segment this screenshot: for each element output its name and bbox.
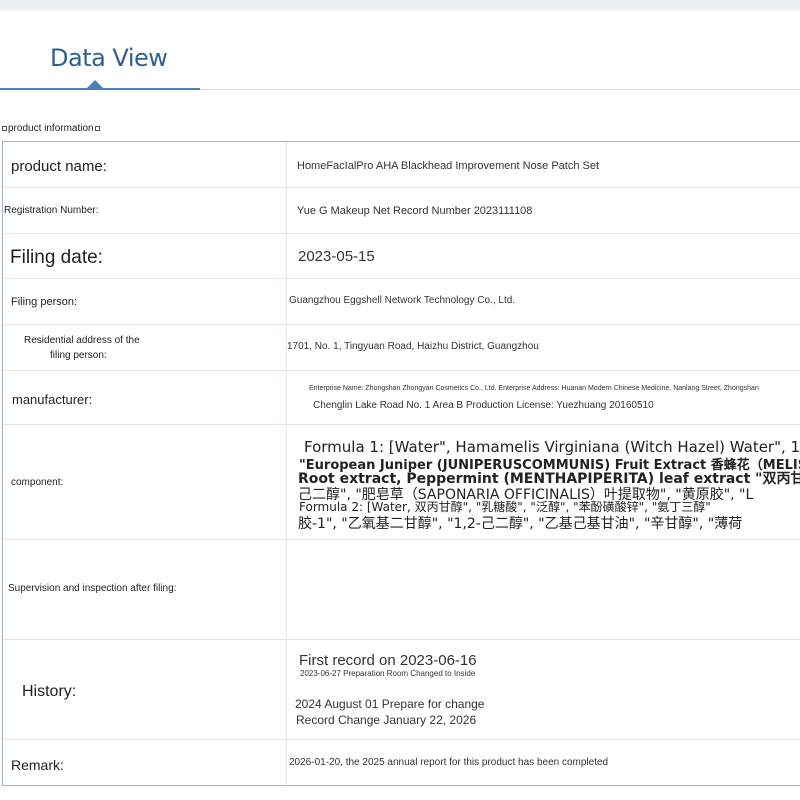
history-entry: First record on 2023-06-16 <box>299 652 477 669</box>
filing-date-value: 2023-05-15 <box>298 248 375 265</box>
label-cell: Filing date: <box>3 234 287 278</box>
product-name-label: product name: <box>11 158 107 175</box>
label-cell: manufacturer: <box>3 371 287 424</box>
row-product-name: product name: HomeFacIalPro AHA Blackhea… <box>3 142 800 188</box>
row-history: History: First record on 2023-06-16 2023… <box>3 640 800 740</box>
top-bar <box>0 0 800 10</box>
value-cell <box>287 540 800 639</box>
row-filing-date: Filing date: 2023-05-15 <box>3 234 800 279</box>
product-info-table: product name: HomeFacIalPro AHA Blackhea… <box>2 141 800 787</box>
label-cell: Supervision and inspection after filing: <box>3 540 287 639</box>
label-cell: Residential address of the filing person… <box>3 325 287 370</box>
filing-person-label: Filing person: <box>11 296 78 308</box>
bracket-left-icon <box>2 126 7 131</box>
value-cell: First record on 2023-06-16 2023-06-27 Pr… <box>287 640 800 739</box>
tab-bar: Data View <box>0 10 800 90</box>
address-value: 1701, No. 1, Tingyuan Road, Haizhu Distr… <box>287 341 539 352</box>
section-title: product information <box>8 123 94 134</box>
history-entry: Record Change January 22, 2026 <box>296 713 477 727</box>
tab-data-view-label: Data View <box>50 44 168 72</box>
component-label: component: <box>11 477 64 488</box>
registration-value: Yue G Makeup Net Record Number 202311110… <box>297 205 533 217</box>
filing-date-label: Filing date: <box>10 247 103 268</box>
label-cell: component: <box>3 425 287 539</box>
manufacturer-value-line1: Enterprise Name: Zhongshan Zhongyan Cosm… <box>309 385 759 392</box>
manufacturer-label: manufacturer: <box>12 392 93 407</box>
row-component: component: Formula 1: [Water", Hamamelis… <box>3 425 800 540</box>
row-filing-person: Filing person: Guangzhou Eggshell Networ… <box>3 279 800 325</box>
filing-person-value: Guangzhou Eggshell Network Technology Co… <box>289 295 516 306</box>
component-line: 胶-1", "乙氧基二甘醇", "1,2-己二醇", "乙基己基甘油", "辛甘… <box>298 516 743 532</box>
row-supervision: Supervision and inspection after filing: <box>3 540 800 640</box>
value-cell: 1701, No. 1, Tingyuan Road, Haizhu Distr… <box>287 325 800 370</box>
row-registration-number: Registration Number: Yue G Makeup Net Re… <box>3 188 800 234</box>
manufacturer-value-line2: Chenglin Lake Road No. 1 Area B Producti… <box>313 400 654 411</box>
history-entry: 2023-06-27 Preparation Room Changed to I… <box>300 669 476 678</box>
bracket-right-icon <box>94 126 100 131</box>
label-cell: product name: <box>3 142 287 187</box>
registration-label: Registration Number: <box>4 205 99 216</box>
tab-data-view[interactable]: Data View <box>0 10 200 90</box>
remark-value: 2026-01-20, the 2025 annual report for t… <box>289 757 609 768</box>
supervision-label: Supervision and inspection after filing: <box>8 583 177 594</box>
remark-label: Remark: <box>11 757 64 773</box>
address-label-line2: filing person: <box>50 350 107 361</box>
value-cell: 2026-01-20, the 2025 annual report for t… <box>287 740 800 787</box>
address-label-line1: Residential address of the <box>24 335 140 346</box>
label-cell: Registration Number: <box>3 188 287 233</box>
value-cell: Guangzhou Eggshell Network Technology Co… <box>287 279 800 324</box>
value-cell: 2023-05-15 <box>287 234 800 278</box>
row-manufacturer: manufacturer: Enterprise Name: Zhongshan… <box>3 371 800 425</box>
tab-active-indicator <box>87 80 103 88</box>
value-cell: Formula 1: [Water", Hamamelis Virginiana… <box>287 425 800 539</box>
row-address: Residential address of the filing person… <box>3 325 800 371</box>
value-cell: Enterprise Name: Zhongshan Zhongyan Cosm… <box>287 371 800 424</box>
value-cell: HomeFacIalPro AHA Blackhead Improvement … <box>287 142 800 187</box>
product-name-value: HomeFacIalPro AHA Blackhead Improvement … <box>297 160 600 172</box>
label-cell: History: <box>3 640 287 739</box>
label-cell: Remark: <box>3 740 287 787</box>
history-entry: 2024 August 01 Prepare for change <box>295 697 485 711</box>
history-label: History: <box>22 683 77 700</box>
section-header: product information <box>2 123 100 134</box>
row-remark: Remark: 2026-01-20, the 2025 annual repo… <box>3 740 800 787</box>
value-cell: Yue G Makeup Net Record Number 202311110… <box>287 188 800 233</box>
label-cell: Filing person: <box>3 279 287 324</box>
